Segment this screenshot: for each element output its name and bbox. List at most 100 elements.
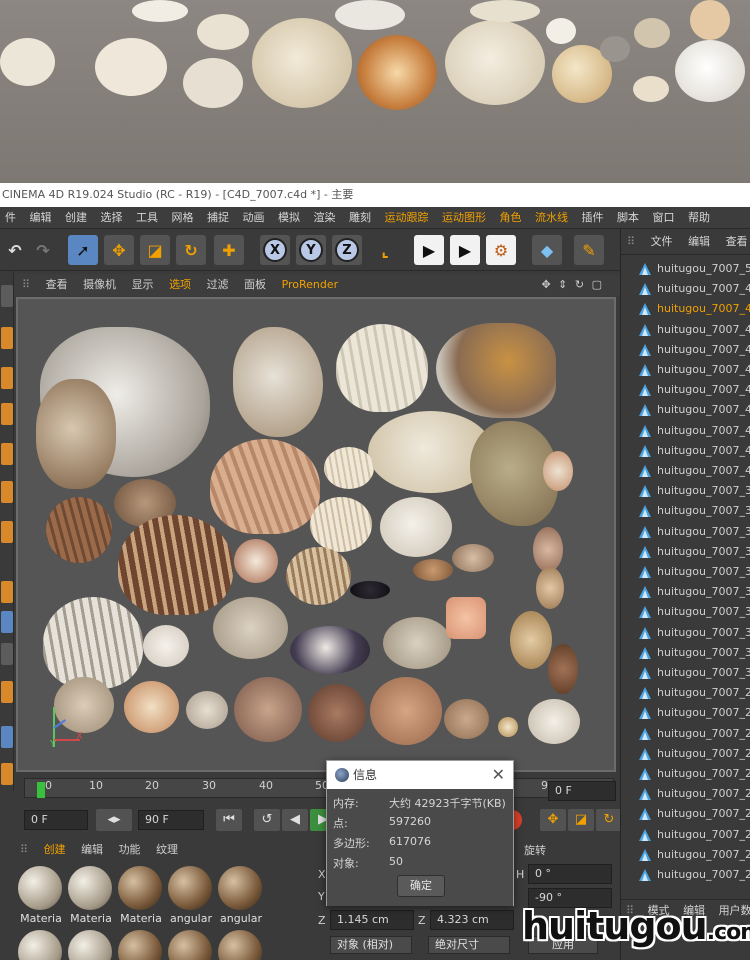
size-z-field[interactable]: 4.323 cm <box>430 910 514 930</box>
object-list-item[interactable]: huitugou_7007_24 <box>621 784 750 804</box>
rotation-h-field[interactable]: 0 ° <box>528 864 612 884</box>
points-mode-icon[interactable] <box>1 443 13 465</box>
viewport-menu-panel[interactable]: 面板 <box>238 274 272 296</box>
material-item[interactable]: Materia <box>68 866 114 925</box>
close-icon[interactable]: ✕ <box>492 761 505 789</box>
object-list-item[interactable]: huitugou_7007_29 <box>621 683 750 703</box>
object-list-item[interactable]: huitugou_7007_25 <box>621 764 750 784</box>
render-view-icon[interactable]: ▶ <box>414 235 444 265</box>
object-list-item[interactable]: huitugou_7007_40 <box>621 461 750 481</box>
menu-help[interactable]: 帮助 <box>683 207 715 228</box>
redo-icon[interactable]: ↷ <box>28 235 58 265</box>
object-list-item[interactable]: huitugou_7007_27 <box>621 724 750 744</box>
object-list-item[interactable]: huitugou_7007_26 <box>621 744 750 764</box>
rotate-icon[interactable]: ↻ <box>176 235 206 265</box>
menu-animate[interactable]: 动画 <box>238 207 270 228</box>
object-menu-view[interactable]: 查看 <box>720 229 750 255</box>
make-editable-icon[interactable] <box>1 285 13 307</box>
menu-create[interactable]: 创建 <box>60 207 92 228</box>
edges-mode-icon[interactable] <box>1 481 13 503</box>
timeline-ruler[interactable]: 0 10 20 30 40 50 90 <box>14 776 620 800</box>
polygons-mode-icon[interactable] <box>1 521 13 543</box>
scale-key-icon[interactable]: ◪ <box>568 809 594 831</box>
menu-snap[interactable]: 捕捉 <box>202 207 234 228</box>
viewport-menu-cameras[interactable]: 摄像机 <box>77 274 122 296</box>
timeline-playhead[interactable] <box>37 782 45 798</box>
object-list-item[interactable]: huitugou_7007_32 <box>621 623 750 643</box>
object-menu-edit[interactable]: 编辑 <box>682 229 716 255</box>
object-list-item[interactable]: huitugou_7007_44 <box>621 380 750 400</box>
undo-icon[interactable]: ↶ <box>0 235 30 265</box>
render-settings-icon[interactable]: ⚙ <box>486 235 516 265</box>
move-key-icon[interactable]: ✥ <box>540 809 566 831</box>
material-item[interactable] <box>18 930 64 960</box>
cursor-icon[interactable]: ➚ <box>68 235 98 265</box>
object-list-item[interactable]: huitugou_7007_45 <box>621 360 750 380</box>
solo-icon[interactable] <box>1 643 13 665</box>
workplane-icon[interactable] <box>1 403 13 425</box>
material-item[interactable]: Materia <box>18 866 64 925</box>
material-menu-texture[interactable]: 纹理 <box>150 840 184 860</box>
menu-render[interactable]: 渲染 <box>309 207 341 228</box>
snap-icon[interactable] <box>1 681 13 703</box>
material-item[interactable]: angular <box>218 866 264 925</box>
coordinate-icon[interactable]: ⌞ <box>370 235 400 265</box>
cube-icon[interactable]: ◆ <box>532 235 562 265</box>
object-list-item[interactable]: huitugou_7007_23 <box>621 804 750 824</box>
object-list-item[interactable]: huitugou_7007_50 <box>621 259 750 279</box>
material-item[interactable] <box>68 930 114 960</box>
object-list-item[interactable]: huitugou_7007_48 <box>621 299 750 319</box>
object-list-item[interactable]: huitugou_7007_34 <box>621 582 750 602</box>
menu-motion-tracking[interactable]: 运动跟踪 <box>380 207 434 228</box>
planar-workplane-icon[interactable] <box>1 763 13 785</box>
timeline-bar[interactable]: 0 10 20 30 40 50 90 <box>24 778 614 798</box>
object-list-item[interactable]: huitugou_7007_30 <box>621 663 750 683</box>
axis-x-lock[interactable]: X <box>260 235 290 265</box>
goto-start-icon[interactable]: ⏮ <box>216 809 242 831</box>
material-item[interactable] <box>118 930 164 960</box>
size-mode-dropdown[interactable]: 绝对尺寸 <box>428 936 510 954</box>
object-list-item[interactable]: huitugou_7007_20 <box>621 865 750 885</box>
material-item[interactable] <box>168 930 214 960</box>
tweak-mode-icon[interactable] <box>1 611 13 633</box>
menu-pipeline[interactable]: 流水线 <box>530 207 573 228</box>
model-mode-icon[interactable] <box>1 327 13 349</box>
menu-tools[interactable]: 工具 <box>131 207 163 228</box>
end-frame-field[interactable]: 90 F <box>138 810 204 830</box>
viewport-menu-display[interactable]: 显示 <box>126 274 160 296</box>
current-frame-field[interactable]: 0 F <box>548 781 616 801</box>
coordinate-mode-dropdown[interactable]: 对象 (相对) <box>330 936 412 954</box>
start-frame-field[interactable]: 0 F <box>24 810 88 830</box>
object-list-item[interactable]: huitugou_7007_39 <box>621 481 750 501</box>
menu-mograph[interactable]: 运动图形 <box>437 207 491 228</box>
viewport-navigation-icons[interactable]: ✥ ⇕ ↻ ▢ <box>535 274 610 296</box>
texture-mode-icon[interactable] <box>1 367 13 389</box>
object-list-item[interactable]: huitugou_7007_41 <box>621 441 750 461</box>
menu-character[interactable]: 角色 <box>495 207 527 228</box>
add-icon[interactable]: ✚ <box>214 235 244 265</box>
position-z-field[interactable]: 1.145 cm <box>330 910 414 930</box>
lock-workplane-icon[interactable] <box>1 726 13 748</box>
material-menu-edit[interactable]: 编辑 <box>75 840 109 860</box>
object-list-item[interactable]: huitugou_7007_47 <box>621 320 750 340</box>
menu-edit[interactable]: 编辑 <box>25 207 57 228</box>
axis-z-lock[interactable]: Z <box>332 235 362 265</box>
prev-frame-icon[interactable]: ◀ <box>282 809 308 831</box>
menu-sculpt[interactable]: 雕刻 <box>344 207 376 228</box>
prev-key-icon[interactable]: ↺ <box>254 809 280 831</box>
viewport-menu-prorender[interactable]: ProRender <box>276 274 345 296</box>
object-list-item[interactable]: huitugou_7007_22 <box>621 825 750 845</box>
viewport-menu-filter[interactable]: 过滤 <box>201 274 235 296</box>
object-list-item[interactable]: huitugou_7007_49 <box>621 279 750 299</box>
menu-select[interactable]: 选择 <box>96 207 128 228</box>
object-menu-file[interactable]: 文件 <box>645 229 679 255</box>
viewport-menu-view[interactable]: 查看 <box>40 274 74 296</box>
object-list-item[interactable]: huitugou_7007_37 <box>621 522 750 542</box>
object-list-item[interactable]: huitugou_7007_43 <box>621 400 750 420</box>
object-list-item[interactable]: huitugou_7007_31 <box>621 643 750 663</box>
object-list-item[interactable]: huitugou_7007_38 <box>621 501 750 521</box>
material-item[interactable] <box>218 930 264 960</box>
material-item[interactable]: Materia <box>118 866 164 925</box>
object-list-item[interactable]: huitugou_7007_36 <box>621 542 750 562</box>
material-menu-function[interactable]: 功能 <box>113 840 147 860</box>
